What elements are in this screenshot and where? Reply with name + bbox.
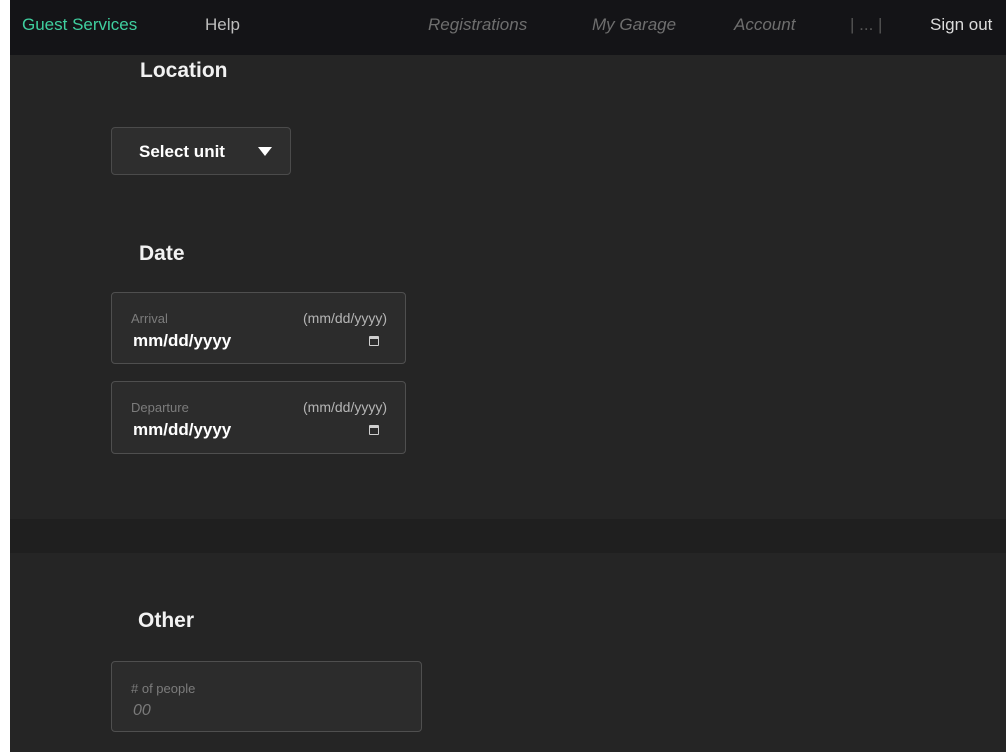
nav-account-link[interactable]: Account bbox=[734, 15, 795, 35]
nav-my-garage-link[interactable]: My Garage bbox=[592, 15, 676, 35]
nav-sign-out-link[interactable]: Sign out bbox=[930, 15, 992, 35]
nav-help-link[interactable]: Help bbox=[205, 15, 240, 35]
select-unit-label: Select unit bbox=[139, 142, 225, 161]
location-section-title: Location bbox=[140, 59, 228, 82]
people-count-field[interactable]: # of people 00 bbox=[111, 661, 422, 732]
app-window: Guest Services Help Registrations My Gar… bbox=[0, 0, 1006, 752]
arrival-date-value: mm/dd/yyyy bbox=[133, 331, 232, 350]
date-section-title: Date bbox=[139, 242, 185, 265]
caret-down-icon bbox=[258, 147, 272, 156]
people-count-label: # of people bbox=[131, 681, 196, 696]
departure-format-hint: (mm/dd/yyyy) bbox=[303, 399, 387, 415]
calendar-icon[interactable] bbox=[369, 336, 379, 346]
calendar-icon[interactable] bbox=[369, 425, 379, 435]
arrival-date-field[interactable]: Arrival (mm/dd/yyyy) mm/dd/yyyy bbox=[111, 292, 406, 364]
departure-label: Departure bbox=[131, 400, 189, 415]
nav-guest-services-link[interactable]: Guest Services bbox=[22, 15, 137, 35]
nav-more-menu[interactable]: | ... | bbox=[850, 15, 882, 35]
select-unit-dropdown[interactable]: Select unit bbox=[111, 127, 291, 175]
departure-date-value: mm/dd/yyyy bbox=[133, 420, 232, 439]
people-count-placeholder: 00 bbox=[133, 702, 151, 719]
arrival-label: Arrival bbox=[131, 311, 168, 326]
section-divider-band bbox=[10, 519, 1006, 553]
nav-registrations-link[interactable]: Registrations bbox=[428, 15, 527, 35]
top-navigation-bar: Guest Services Help Registrations My Gar… bbox=[10, 0, 1006, 55]
arrival-format-hint: (mm/dd/yyyy) bbox=[303, 310, 387, 326]
departure-date-field[interactable]: Departure (mm/dd/yyyy) mm/dd/yyyy bbox=[111, 381, 406, 454]
other-section-title: Other bbox=[138, 609, 195, 632]
